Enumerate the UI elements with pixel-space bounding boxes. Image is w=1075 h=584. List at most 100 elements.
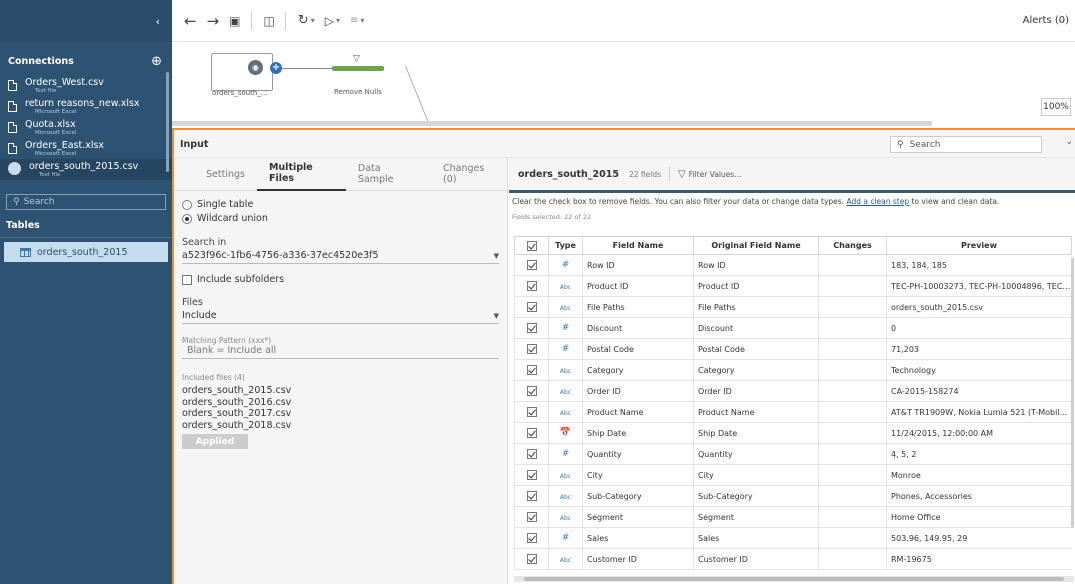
type-cell[interactable]: # xyxy=(548,317,583,339)
tab-data-sample[interactable]: Data Sample xyxy=(346,158,425,191)
table-row[interactable]: Abc Product Name Product Name AT&T TR1909W,… xyxy=(514,401,1072,423)
string-type-icon[interactable]: Abc xyxy=(560,473,571,480)
checkbox[interactable] xyxy=(526,260,537,270)
table-row[interactable]: # Sales Sales 503.96, 149.95, 29 xyxy=(514,527,1072,549)
field-name-cell[interactable]: Sub-Category xyxy=(582,485,694,507)
checkbox[interactable] xyxy=(526,302,537,312)
checkbox[interactable] xyxy=(526,344,537,354)
back-arrow-icon[interactable]: ← xyxy=(184,12,197,30)
field-name-cell[interactable]: Discount xyxy=(582,317,694,339)
table-vertical-scrollbar[interactable] xyxy=(1071,258,1074,528)
table-row[interactable]: Abc Order ID Order ID CA-2015-158274 xyxy=(514,380,1072,402)
add-clean-step-link[interactable]: Add a clean step xyxy=(846,197,909,206)
data-icon[interactable]: ◫ xyxy=(264,14,275,28)
type-cell[interactable]: # xyxy=(548,443,583,465)
field-name-cell[interactable]: Sales xyxy=(582,527,694,549)
field-name-cell[interactable]: Ship Date xyxy=(582,422,694,444)
refresh-icon[interactable]: ↻ ▾ xyxy=(298,13,315,28)
forward-arrow-icon[interactable]: → xyxy=(207,12,220,30)
connection-item[interactable]: return reasons_new.xlsx Microsoft Excel xyxy=(0,96,172,117)
checkbox[interactable] xyxy=(526,365,537,375)
table-item-orders-south-2015[interactable]: orders_south_2015 xyxy=(4,242,168,262)
include-subfolders-checkbox[interactable]: Include subfolders xyxy=(174,274,507,285)
field-name-cell[interactable]: Segment xyxy=(582,506,694,528)
table-row[interactable]: # Row ID Row ID 183, 184, 185 xyxy=(514,254,1072,276)
string-type-icon[interactable]: Abc xyxy=(560,515,571,522)
date-type-icon[interactable]: 📅 xyxy=(560,428,571,438)
checkbox[interactable] xyxy=(526,470,537,480)
checkbox[interactable] xyxy=(526,407,537,417)
connection-item[interactable]: orders_south_2015.csv Text file xyxy=(0,159,172,180)
layout-icon[interactable]: ≡ ▾ xyxy=(350,15,364,26)
checkbox[interactable] xyxy=(526,240,537,251)
field-checkbox-cell[interactable] xyxy=(514,275,549,297)
field-name-cell[interactable]: Product Name xyxy=(582,401,694,423)
search-in-select[interactable]: a523f96c-1fb6-4756-a336-37ec4520e3f5 ▼ xyxy=(182,248,499,264)
type-cell[interactable]: Abc xyxy=(548,464,583,486)
type-cell[interactable]: 📅 xyxy=(548,422,583,444)
connection-item[interactable]: Quota.xlsx Microsoft Excel xyxy=(0,117,172,138)
table-row[interactable]: Abc File Paths File Paths orders_south_2015… xyxy=(514,296,1072,318)
checkbox[interactable] xyxy=(526,428,537,438)
tab-settings[interactable]: Settings xyxy=(194,158,257,191)
field-search-input[interactable]: ⚲ Search xyxy=(890,136,1042,153)
scroll-thumb[interactable] xyxy=(524,577,1064,581)
checkbox[interactable] xyxy=(526,533,537,543)
matching-pattern-input[interactable]: Blank = Include all xyxy=(182,345,499,359)
alerts-button[interactable]: Alerts (0) xyxy=(1023,15,1069,26)
field-name-cell[interactable]: Postal Code xyxy=(582,338,694,360)
header-field-name[interactable]: Field Name xyxy=(582,236,694,255)
type-cell[interactable]: Abc xyxy=(548,359,583,381)
field-checkbox-cell[interactable] xyxy=(514,548,549,570)
type-cell[interactable]: # xyxy=(548,254,583,276)
filter-values-button[interactable]: ▽ Filter Values... xyxy=(678,169,741,180)
tab-changes[interactable]: Changes (0) xyxy=(431,158,507,191)
type-cell[interactable]: Abc xyxy=(548,275,583,297)
plus-circle-icon[interactable]: ⊕ xyxy=(151,54,162,69)
header-type[interactable]: Type xyxy=(548,236,583,255)
checkbox[interactable] xyxy=(526,281,537,291)
type-cell[interactable]: # xyxy=(548,527,583,549)
field-name-cell[interactable]: Quantity xyxy=(582,443,694,465)
input-node[interactable]: ◉ xyxy=(211,53,273,91)
checkbox[interactable] xyxy=(526,512,537,522)
zoom-level[interactable]: 100% xyxy=(1041,98,1071,116)
table-row[interactable]: 📅 Ship Date Ship Date 11/24/2015, 12:00:00 … xyxy=(514,422,1072,444)
field-name-cell[interactable]: Category xyxy=(582,359,694,381)
field-checkbox-cell[interactable] xyxy=(514,464,549,486)
single-table-radio[interactable]: Single table xyxy=(174,196,507,213)
field-checkbox-cell[interactable] xyxy=(514,254,549,276)
field-checkbox-cell[interactable] xyxy=(514,506,549,528)
header-changes[interactable]: Changes xyxy=(818,236,887,255)
type-cell[interactable]: Abc xyxy=(548,548,583,570)
clean-step-node[interactable] xyxy=(332,66,384,71)
field-checkbox-cell[interactable] xyxy=(514,380,549,402)
chevron-left-icon[interactable]: ‹ xyxy=(156,15,160,28)
table-row[interactable]: Abc Segment Segment Home Office xyxy=(514,506,1072,528)
checkbox[interactable] xyxy=(526,386,537,396)
string-type-icon[interactable]: Abc xyxy=(560,557,571,564)
type-cell[interactable]: Abc xyxy=(548,401,583,423)
table-row[interactable]: # Quantity Quantity 4, 5, 2 xyxy=(514,443,1072,465)
field-name-cell[interactable]: File Paths xyxy=(582,296,694,318)
field-checkbox-cell[interactable] xyxy=(514,338,549,360)
field-checkbox-cell[interactable] xyxy=(514,317,549,339)
number-type-icon[interactable]: # xyxy=(562,449,570,459)
table-horizontal-scrollbar[interactable] xyxy=(514,576,1074,582)
flow-canvas[interactable]: ◉ + orders_south_... ▽ Remove Nulls 100% xyxy=(172,42,1075,126)
header-preview[interactable]: Preview xyxy=(886,236,1072,255)
table-row[interactable]: Abc Category Category Technology xyxy=(514,359,1072,381)
tab-multiple-files[interactable]: Multiple Files xyxy=(256,158,346,191)
checkbox[interactable] xyxy=(182,274,192,285)
string-type-icon[interactable]: Abc xyxy=(560,389,571,396)
string-type-icon[interactable]: Abc xyxy=(560,410,571,417)
checkbox[interactable] xyxy=(526,491,537,501)
run-icon[interactable]: ▷ ▾ xyxy=(325,14,340,28)
type-cell[interactable]: Abc xyxy=(548,485,583,507)
number-type-icon[interactable]: # xyxy=(562,260,570,270)
string-type-icon[interactable]: Abc xyxy=(560,368,571,375)
field-name-cell[interactable]: Customer ID xyxy=(582,548,694,570)
header-original-field-name[interactable]: Original Field Name xyxy=(693,236,819,255)
field-name-cell[interactable]: City xyxy=(582,464,694,486)
field-checkbox-cell[interactable] xyxy=(514,527,549,549)
